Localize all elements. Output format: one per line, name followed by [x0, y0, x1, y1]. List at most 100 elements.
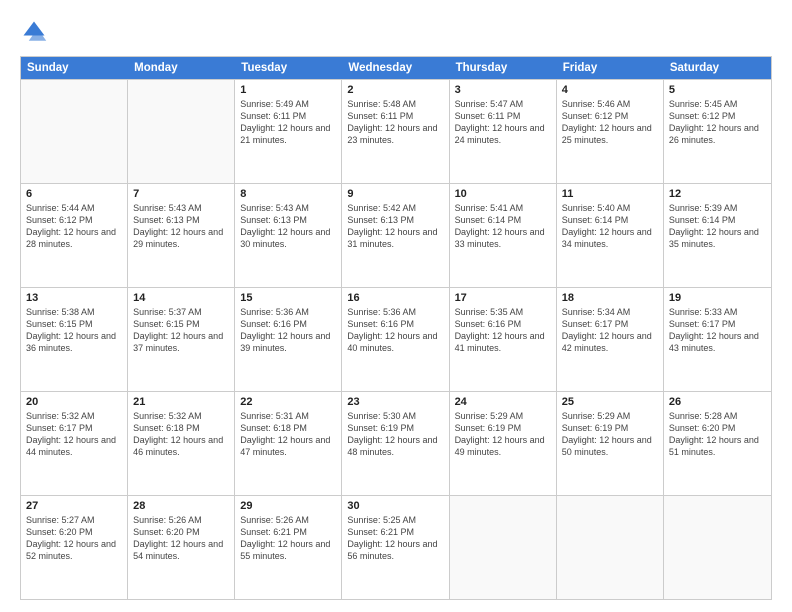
calendar-cell: 15 Sunrise: 5:36 AM Sunset: 6:16 PM Dayli…	[235, 288, 342, 391]
day-info: Sunrise: 5:33 AM Sunset: 6:17 PM Dayligh…	[669, 306, 766, 355]
day-number: 28	[133, 500, 229, 512]
day-number: 6	[26, 188, 122, 200]
day-number: 14	[133, 292, 229, 304]
day-info: Sunrise: 5:31 AM Sunset: 6:18 PM Dayligh…	[240, 410, 336, 459]
logo	[20, 18, 52, 46]
calendar-cell: 5 Sunrise: 5:45 AM Sunset: 6:12 PM Daylig…	[664, 80, 771, 183]
day-number: 8	[240, 188, 336, 200]
header-day: Friday	[557, 57, 664, 79]
day-info: Sunrise: 5:48 AM Sunset: 6:11 PM Dayligh…	[347, 98, 443, 147]
day-info: Sunrise: 5:26 AM Sunset: 6:20 PM Dayligh…	[133, 514, 229, 563]
day-info: Sunrise: 5:43 AM Sunset: 6:13 PM Dayligh…	[240, 202, 336, 251]
day-info: Sunrise: 5:37 AM Sunset: 6:15 PM Dayligh…	[133, 306, 229, 355]
day-info: Sunrise: 5:44 AM Sunset: 6:12 PM Dayligh…	[26, 202, 122, 251]
day-number: 2	[347, 84, 443, 96]
calendar-cell: 13 Sunrise: 5:38 AM Sunset: 6:15 PM Dayli…	[21, 288, 128, 391]
calendar-cell	[128, 80, 235, 183]
calendar-cell: 4 Sunrise: 5:46 AM Sunset: 6:12 PM Daylig…	[557, 80, 664, 183]
calendar-cell	[557, 496, 664, 599]
day-number: 23	[347, 396, 443, 408]
calendar-cell: 26Sunrise: 5:28 AM Sunset: 6:20 PM Dayli…	[664, 392, 771, 495]
day-info: Sunrise: 5:36 AM Sunset: 6:16 PM Dayligh…	[240, 306, 336, 355]
header-day: Sunday	[21, 57, 128, 79]
day-info: Sunrise: 5:40 AM Sunset: 6:14 PM Dayligh…	[562, 202, 658, 251]
header-day: Tuesday	[235, 57, 342, 79]
day-number: 11	[562, 188, 658, 200]
day-number: 17	[455, 292, 551, 304]
day-number: 7	[133, 188, 229, 200]
day-info: Sunrise: 5:41 AM Sunset: 6:14 PM Dayligh…	[455, 202, 551, 251]
day-number: 15	[240, 292, 336, 304]
calendar-row: 27 Sunrise: 5:27 AM Sunset: 6:20 PM Dayli…	[21, 495, 771, 599]
calendar-cell	[450, 496, 557, 599]
calendar-cell: 3 Sunrise: 5:47 AM Sunset: 6:11 PM Daylig…	[450, 80, 557, 183]
day-info: Sunrise: 5:28 AM Sunset: 6:20 PM Dayligh…	[669, 410, 766, 459]
calendar-body: 1Sunrise: 5:49 AM Sunset: 6:11 PM Daylig…	[21, 79, 771, 599]
calendar-cell: 25Sunrise: 5:29 AM Sunset: 6:19 PM Dayli…	[557, 392, 664, 495]
day-number: 4	[562, 84, 658, 96]
day-number: 12	[669, 188, 766, 200]
calendar-row: 6 Sunrise: 5:44 AM Sunset: 6:12 PM Daylig…	[21, 183, 771, 287]
day-number: 18	[562, 292, 658, 304]
calendar-cell: 16 Sunrise: 5:36 AM Sunset: 6:16 PM Dayli…	[342, 288, 449, 391]
calendar-row: 13 Sunrise: 5:38 AM Sunset: 6:15 PM Dayli…	[21, 287, 771, 391]
day-info: Sunrise: 5:38 AM Sunset: 6:15 PM Dayligh…	[26, 306, 122, 355]
day-info: Sunrise: 5:32 AM Sunset: 6:17 PM Dayligh…	[26, 410, 122, 459]
day-info: Sunrise: 5:46 AM Sunset: 6:12 PM Dayligh…	[562, 98, 658, 147]
calendar-cell: 21 Sunrise: 5:32 AM Sunset: 6:18 PM Dayli…	[128, 392, 235, 495]
day-number: 20	[26, 396, 122, 408]
day-info: Sunrise: 5:47 AM Sunset: 6:11 PM Dayligh…	[455, 98, 551, 147]
calendar-header: SundayMondayTuesdayWednesdayThursdayFrid…	[21, 57, 771, 79]
day-number: 10	[455, 188, 551, 200]
day-info: Sunrise: 5:25 AM Sunset: 6:21 PM Dayligh…	[347, 514, 443, 563]
day-number: 3	[455, 84, 551, 96]
day-info: Sunrise: 5:49 AM Sunset: 6:11 PM Dayligh…	[240, 98, 336, 147]
logo-icon	[20, 18, 48, 46]
calendar-row: 1Sunrise: 5:49 AM Sunset: 6:11 PM Daylig…	[21, 79, 771, 183]
day-info: Sunrise: 5:45 AM Sunset: 6:12 PM Dayligh…	[669, 98, 766, 147]
calendar-cell: 8 Sunrise: 5:43 AM Sunset: 6:13 PM Daylig…	[235, 184, 342, 287]
day-info: Sunrise: 5:29 AM Sunset: 6:19 PM Dayligh…	[455, 410, 551, 459]
day-number: 19	[669, 292, 766, 304]
header-day: Thursday	[450, 57, 557, 79]
day-number: 25	[562, 396, 658, 408]
day-info: Sunrise: 5:30 AM Sunset: 6:19 PM Dayligh…	[347, 410, 443, 459]
day-info: Sunrise: 5:34 AM Sunset: 6:17 PM Dayligh…	[562, 306, 658, 355]
day-info: Sunrise: 5:42 AM Sunset: 6:13 PM Dayligh…	[347, 202, 443, 251]
page: SundayMondayTuesdayWednesdayThursdayFrid…	[0, 0, 792, 612]
day-info: Sunrise: 5:39 AM Sunset: 6:14 PM Dayligh…	[669, 202, 766, 251]
day-info: Sunrise: 5:26 AM Sunset: 6:21 PM Dayligh…	[240, 514, 336, 563]
calendar-cell: 2 Sunrise: 5:48 AM Sunset: 6:11 PM Daylig…	[342, 80, 449, 183]
calendar-cell: 20 Sunrise: 5:32 AM Sunset: 6:17 PM Dayli…	[21, 392, 128, 495]
calendar-cell: 30 Sunrise: 5:25 AM Sunset: 6:21 PM Dayli…	[342, 496, 449, 599]
calendar-cell: 23 Sunrise: 5:30 AM Sunset: 6:19 PM Dayli…	[342, 392, 449, 495]
day-info: Sunrise: 5:35 AM Sunset: 6:16 PM Dayligh…	[455, 306, 551, 355]
day-number: 27	[26, 500, 122, 512]
calendar: SundayMondayTuesdayWednesdayThursdayFrid…	[20, 56, 772, 600]
calendar-cell: 11 Sunrise: 5:40 AM Sunset: 6:14 PM Dayli…	[557, 184, 664, 287]
day-number: 16	[347, 292, 443, 304]
calendar-cell: 28 Sunrise: 5:26 AM Sunset: 6:20 PM Dayli…	[128, 496, 235, 599]
day-info: Sunrise: 5:36 AM Sunset: 6:16 PM Dayligh…	[347, 306, 443, 355]
calendar-cell: 9 Sunrise: 5:42 AM Sunset: 6:13 PM Daylig…	[342, 184, 449, 287]
day-number: 30	[347, 500, 443, 512]
day-number: 21	[133, 396, 229, 408]
day-number: 24	[455, 396, 551, 408]
calendar-cell: 27 Sunrise: 5:27 AM Sunset: 6:20 PM Dayli…	[21, 496, 128, 599]
calendar-cell: 10 Sunrise: 5:41 AM Sunset: 6:14 PM Dayli…	[450, 184, 557, 287]
calendar-cell: 19 Sunrise: 5:33 AM Sunset: 6:17 PM Dayli…	[664, 288, 771, 391]
day-number: 13	[26, 292, 122, 304]
calendar-cell: 1Sunrise: 5:49 AM Sunset: 6:11 PM Daylig…	[235, 80, 342, 183]
day-number: 22	[240, 396, 336, 408]
day-number: 9	[347, 188, 443, 200]
calendar-cell: 18 Sunrise: 5:34 AM Sunset: 6:17 PM Dayli…	[557, 288, 664, 391]
day-number: 5	[669, 84, 766, 96]
calendar-cell	[21, 80, 128, 183]
calendar-cell: 29 Sunrise: 5:26 AM Sunset: 6:21 PM Dayli…	[235, 496, 342, 599]
day-info: Sunrise: 5:43 AM Sunset: 6:13 PM Dayligh…	[133, 202, 229, 251]
day-info: Sunrise: 5:32 AM Sunset: 6:18 PM Dayligh…	[133, 410, 229, 459]
header-day: Saturday	[664, 57, 771, 79]
calendar-cell: 24 Sunrise: 5:29 AM Sunset: 6:19 PM Dayli…	[450, 392, 557, 495]
day-info: Sunrise: 5:27 AM Sunset: 6:20 PM Dayligh…	[26, 514, 122, 563]
day-number: 29	[240, 500, 336, 512]
